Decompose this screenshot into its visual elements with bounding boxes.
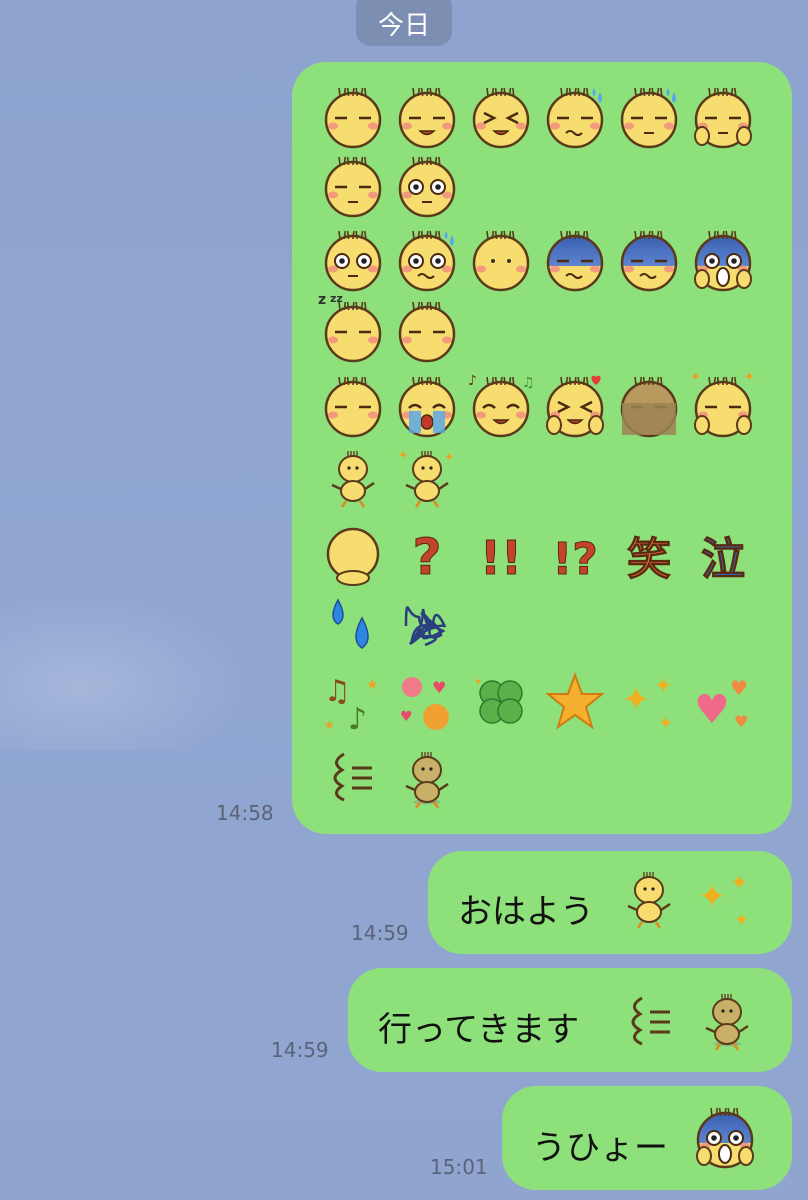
chick-dance-icon: [618, 868, 680, 930]
svg-text:!?: !?: [552, 534, 598, 585]
chick-dance-icon: [322, 447, 384, 509]
face-thumb-icon: [692, 86, 754, 149]
svg-text:♫: ♫: [324, 674, 351, 709]
background-cloud: [0, 590, 260, 750]
svg-text:✦: ✦: [744, 370, 755, 385]
face-blue-scream-icon: [692, 229, 754, 292]
message-text: うひょー: [532, 1128, 668, 1168]
face-blue-gloom-icon: [544, 229, 606, 292]
svg-text:✦: ✦: [690, 370, 701, 385]
face-dark-icon: [618, 375, 680, 438]
face-eyes-icon: [396, 155, 458, 218]
message-timestamp: 14:59: [351, 921, 409, 945]
face-music-icon: ♪ ♫: [468, 373, 535, 438]
dash-wind-icon: [322, 744, 384, 806]
face-salute-icon: [322, 155, 384, 218]
flowers-hearts-icon: ♥ ♥: [396, 671, 458, 733]
scribble-icon: [396, 596, 458, 658]
face-sparkle-icon: ✦ ✦: [690, 370, 755, 438]
message-text: 行ってきます: [378, 1010, 580, 1050]
face-dot-icon: [470, 229, 532, 292]
exclamation-question-icon: !?: [544, 524, 606, 586]
face-neutral-icon: [322, 86, 384, 149]
message-text: おはよう: [458, 892, 594, 932]
sparkles-icon: ✦ ✦ ✦: [694, 868, 756, 931]
svg-text:z: z: [318, 292, 326, 308]
svg-text:?: ?: [412, 528, 441, 586]
message-timestamp: 14:58: [216, 801, 274, 825]
chick-run-icon: [696, 986, 758, 1051]
face-shocked-drop-icon: [396, 229, 458, 292]
face-sweat-icon: [544, 86, 606, 149]
cry-kanji-icon: 泣: [692, 524, 754, 586]
svg-text:✦: ✦: [730, 871, 748, 896]
face-laugh-icon: [470, 86, 532, 149]
face-blue-scream-icon: [694, 1106, 756, 1169]
svg-text:!!: !!: [480, 531, 522, 585]
svg-text:zz: zz: [330, 292, 343, 305]
message-timestamp: 14:59: [271, 1038, 329, 1062]
face-sleep-icon: z zz: [318, 292, 384, 363]
svg-text:✦: ✦: [444, 450, 454, 464]
svg-text:♪: ♪: [468, 373, 477, 389]
svg-text:♥: ♥: [730, 676, 748, 700]
star-icon: [544, 671, 606, 733]
clover-icon: ✦: [470, 671, 532, 733]
svg-text:笑: 笑: [627, 534, 671, 585]
svg-text:♥: ♥: [432, 678, 446, 697]
message-timestamp: 15:01: [430, 1155, 488, 1179]
svg-text:泣: 泣: [701, 534, 745, 585]
svg-text:✦: ✦: [474, 677, 482, 688]
svg-text:✦: ✦: [698, 877, 727, 917]
date-separator: 今日: [356, 0, 452, 46]
face-back-icon: [322, 524, 384, 586]
svg-text:♫: ♫: [522, 375, 535, 391]
svg-text:♪: ♪: [348, 702, 367, 737]
svg-text:♥: ♥: [734, 712, 748, 731]
chick-dance-sparkle-icon: ✦ ✦: [396, 447, 458, 509]
music-notes-icon: ♫ ♪ ★ ★: [322, 671, 384, 737]
svg-text:♥: ♥: [694, 687, 730, 733]
sparkles-icon: ✦ ✦ ✦: [618, 671, 680, 734]
face-plain-icon: [396, 300, 458, 363]
water-drops-icon: [322, 596, 384, 658]
chick-run-icon: [396, 744, 458, 809]
svg-text:♥: ♥: [400, 709, 413, 725]
face-smile-icon: [396, 86, 458, 149]
face-sweat-drops-icon: [618, 86, 680, 149]
face-content-icon: [322, 375, 384, 438]
double-exclamation-icon: !!: [470, 524, 532, 586]
dash-wind-icon: [620, 988, 682, 1050]
face-cry-icon: [396, 375, 458, 438]
face-shocked-icon: [322, 229, 384, 292]
laugh-kanji-icon: 笑: [618, 524, 680, 586]
question-mark-icon: ?: [396, 524, 458, 587]
hearts-icon: ♥ ♥ ♥: [692, 671, 754, 733]
svg-text:✦: ✦: [622, 680, 651, 720]
svg-text:✦: ✦: [398, 448, 408, 462]
svg-text:✦: ✦: [658, 713, 673, 734]
svg-text:★: ★: [324, 718, 335, 732]
svg-text:★: ★: [366, 677, 379, 693]
svg-text:✦: ✦: [734, 910, 749, 931]
svg-text:✦: ✦: [654, 674, 672, 699]
face-wink-heart-icon: [544, 375, 606, 438]
face-blue-meh-icon: [618, 229, 680, 292]
